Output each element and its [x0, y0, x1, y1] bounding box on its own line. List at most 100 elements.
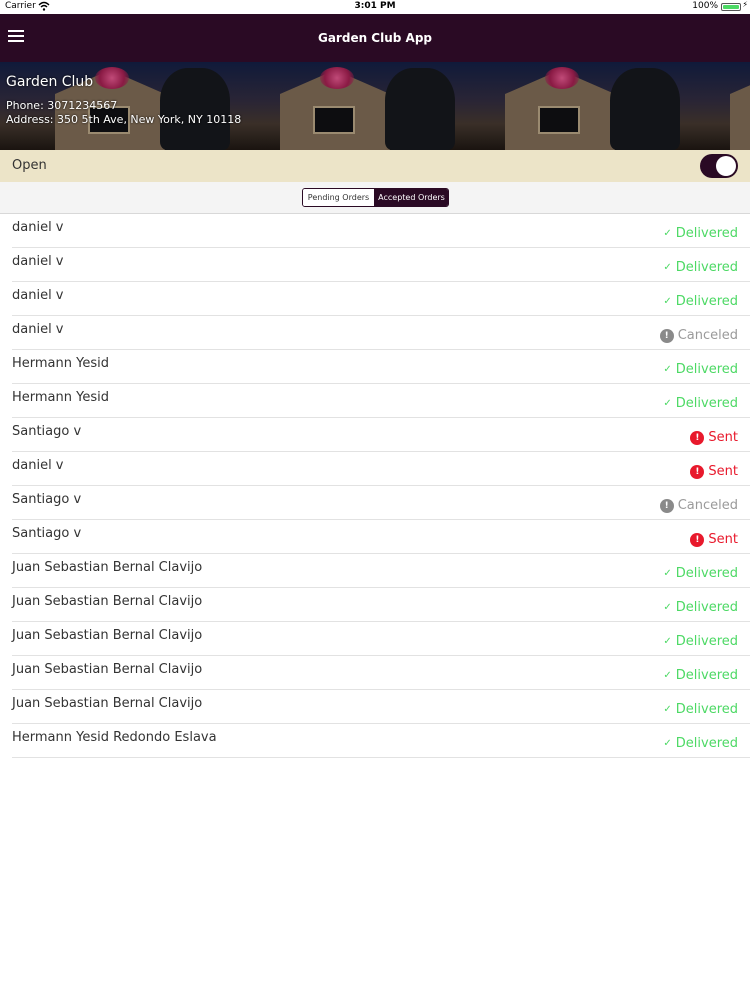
checkmark-icon: ✓ — [663, 364, 672, 375]
charging-icon: ⚡ — [742, 0, 748, 9]
checkmark-icon: ✓ — [663, 670, 672, 681]
clock: 3:01 PM — [354, 1, 396, 11]
customer-name: Santiago v — [12, 526, 82, 541]
alert-icon: ! — [659, 498, 674, 513]
checkmark-icon: ✓ — [663, 296, 672, 307]
banner-image — [450, 62, 680, 150]
order-status: ! Sent — [690, 532, 738, 547]
order-tabs-bar: Pending Orders Accepted Orders — [0, 182, 750, 214]
order-status: ✓ Delivered — [663, 702, 738, 717]
status-label: Canceled — [677, 328, 738, 343]
status-label: Delivered — [675, 294, 738, 309]
toggle-knob — [716, 156, 736, 176]
order-row[interactable]: daniel v ✓ Delivered — [12, 248, 750, 282]
status-label: Canceled — [677, 498, 738, 513]
customer-name: Santiago v — [12, 424, 82, 439]
order-status: ✓ Delivered — [663, 226, 738, 241]
banner-image — [225, 62, 455, 150]
order-status: ✓ Delivered — [663, 260, 738, 275]
status-bar: Carrier 3:01 PM 100% ⚡ — [0, 0, 750, 14]
customer-name: daniel v — [12, 254, 64, 269]
customer-name: daniel v — [12, 458, 64, 473]
order-row[interactable]: daniel v! Canceled — [12, 316, 750, 350]
store-banner: Garden Club Phone: 3071234567 Address: 3… — [0, 62, 750, 150]
store-address: Address: 350 5th Ave, New York, NY 10118 — [6, 113, 242, 126]
status-label: Sent — [708, 430, 738, 445]
order-row[interactable]: daniel v! Sent — [12, 452, 750, 486]
checkmark-icon: ✓ — [663, 602, 672, 613]
status-label: Delivered — [675, 702, 738, 717]
checkmark-icon: ✓ — [663, 738, 672, 749]
checkmark-icon: ✓ — [663, 704, 672, 715]
order-status: ✓ Delivered — [663, 396, 738, 411]
order-row[interactable]: Juan Sebastian Bernal Clavijo ✓ Delivered — [12, 656, 750, 690]
customer-name: Juan Sebastian Bernal Clavijo — [12, 696, 203, 711]
status-label: Delivered — [675, 396, 738, 411]
status-label: Delivered — [675, 600, 738, 615]
order-row[interactable]: Hermann Yesid ✓ Delivered — [12, 350, 750, 384]
alert-icon: ! — [659, 328, 674, 343]
order-status: ✓ Delivered — [663, 362, 738, 377]
nav-bar: Garden Club App — [0, 14, 750, 62]
customer-name: Santiago v — [12, 492, 82, 507]
open-status-row: Open — [0, 150, 750, 182]
customer-name: Juan Sebastian Bernal Clavijo — [12, 662, 203, 677]
order-status: ✓ Delivered — [663, 634, 738, 649]
tab-pending-orders[interactable]: Pending Orders — [303, 189, 375, 206]
alert-icon: ! — [690, 532, 705, 547]
customer-name: Juan Sebastian Bernal Clavijo — [12, 560, 203, 575]
status-label: Delivered — [675, 566, 738, 581]
app-title: Garden Club App — [317, 31, 432, 45]
open-toggle-switch[interactable] — [700, 154, 738, 178]
checkmark-icon: ✓ — [663, 262, 672, 273]
order-status: ! Canceled — [659, 328, 738, 343]
customer-name: Hermann Yesid Redondo Eslava — [12, 730, 217, 745]
open-label: Open — [12, 158, 47, 173]
status-label: Delivered — [675, 260, 738, 275]
order-row[interactable]: Santiago v! Sent — [12, 520, 750, 554]
tab-accepted-orders[interactable]: Accepted Orders — [375, 189, 448, 206]
order-row[interactable]: Santiago v! Canceled — [12, 486, 750, 520]
store-phone: Phone: 3071234567 — [6, 99, 118, 112]
order-status: ! Canceled — [659, 498, 738, 513]
battery-icon — [721, 3, 741, 11]
order-row[interactable]: Juan Sebastian Bernal Clavijo ✓ Delivered — [12, 622, 750, 656]
customer-name: Juan Sebastian Bernal Clavijo — [12, 594, 203, 609]
customer-name: Hermann Yesid — [12, 390, 109, 405]
order-row[interactable]: Juan Sebastian Bernal Clavijo ✓ Delivered — [12, 554, 750, 588]
status-label: Sent — [708, 532, 738, 547]
order-row[interactable]: Santiago v! Sent — [12, 418, 750, 452]
customer-name: daniel v — [12, 220, 64, 235]
order-row[interactable]: Hermann Yesid Redondo Eslava ✓ Delivered — [12, 724, 750, 758]
checkmark-icon: ✓ — [663, 398, 672, 409]
status-label: Delivered — [675, 634, 738, 649]
order-status: ! Sent — [690, 430, 738, 445]
orders-list: daniel v ✓ Delivered daniel v ✓ Delivered dani… — [0, 214, 750, 758]
status-label: Delivered — [675, 736, 738, 751]
battery-percent: 100% — [692, 1, 718, 11]
status-label: Delivered — [675, 362, 738, 377]
order-status: ✓ Delivered — [663, 294, 738, 309]
status-label: Delivered — [675, 226, 738, 241]
order-status: ✓ Delivered — [663, 668, 738, 683]
alert-icon: ! — [690, 464, 705, 479]
order-status: ✓ Delivered — [663, 600, 738, 615]
order-tabs: Pending Orders Accepted Orders — [302, 188, 449, 207]
customer-name: Hermann Yesid — [12, 356, 109, 371]
order-status: ✓ Delivered — [663, 736, 738, 751]
checkmark-icon: ✓ — [663, 568, 672, 579]
checkmark-icon: ✓ — [663, 228, 672, 239]
order-status: ! Sent — [690, 464, 738, 479]
alert-icon: ! — [690, 430, 705, 445]
order-row[interactable]: Hermann Yesid ✓ Delivered — [12, 384, 750, 418]
order-row[interactable]: daniel v ✓ Delivered — [12, 282, 750, 316]
banner-image — [675, 62, 750, 150]
order-status: ✓ Delivered — [663, 566, 738, 581]
order-row[interactable]: Juan Sebastian Bernal Clavijo ✓ Delivered — [12, 588, 750, 622]
status-label: Delivered — [675, 668, 738, 683]
customer-name: daniel v — [12, 322, 64, 337]
status-label: Sent — [708, 464, 738, 479]
order-row[interactable]: Juan Sebastian Bernal Clavijo ✓ Delivered — [12, 690, 750, 724]
order-row[interactable]: daniel v ✓ Delivered — [12, 214, 750, 248]
checkmark-icon: ✓ — [663, 636, 672, 647]
